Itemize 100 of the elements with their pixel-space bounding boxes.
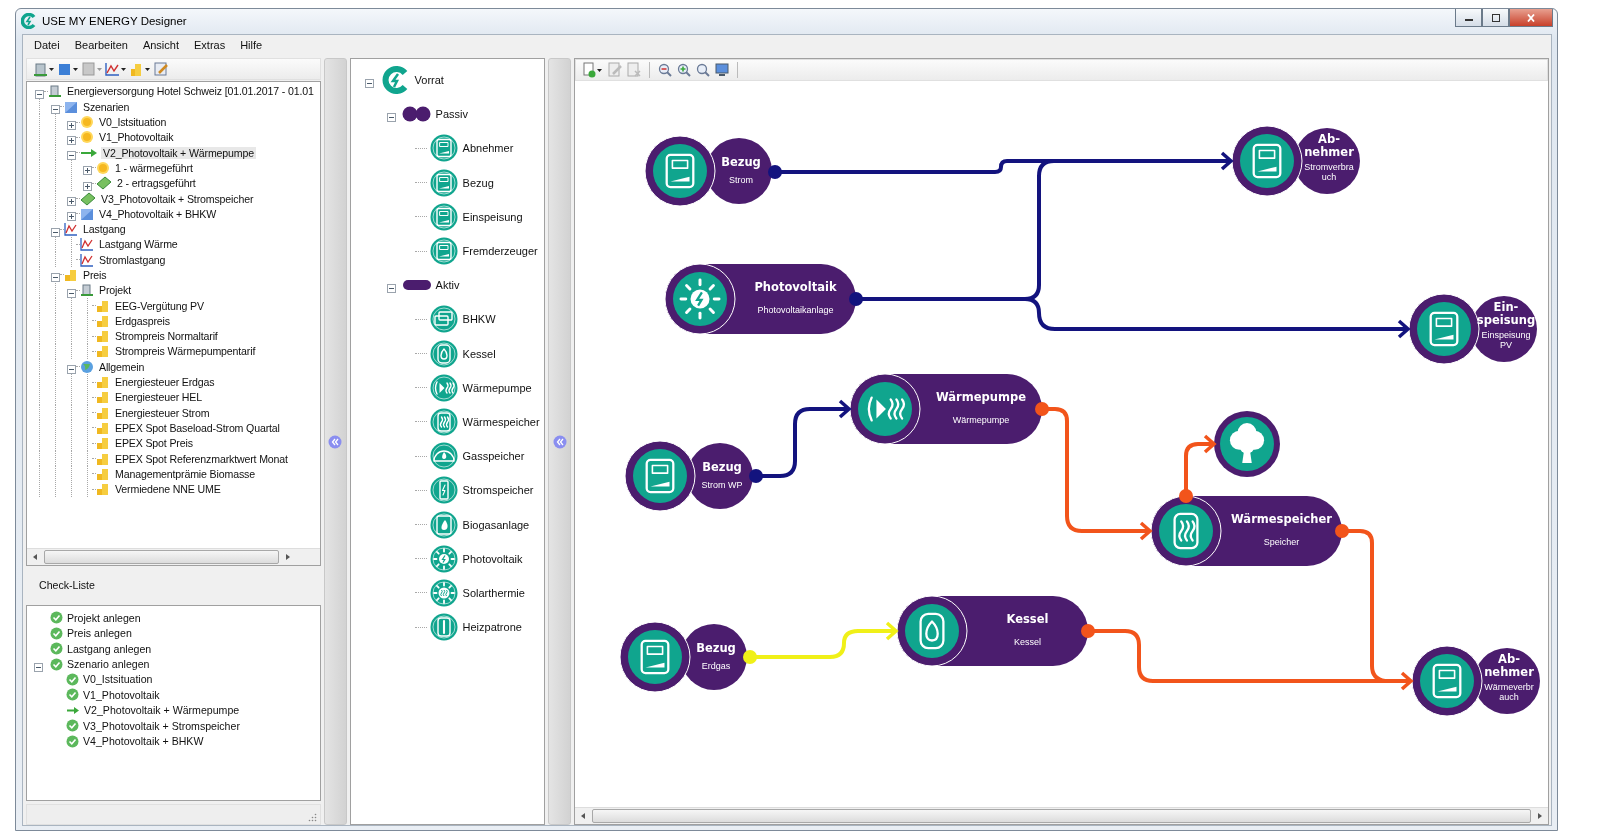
coins-icon (96, 298, 110, 313)
connection-arrow[interactable] (749, 399, 852, 483)
tree-item[interactable]: EPEX Spot Baseload-Strom Quartal (113, 421, 282, 434)
flame-icon (429, 339, 458, 368)
menu-item[interactable]: Datei (27, 37, 68, 53)
menu-item[interactable]: Ansicht (135, 37, 187, 53)
component-node[interactable]: Wärmepumpe Wärmepumpe (849, 373, 1042, 445)
meter-icon (653, 144, 707, 198)
tree-item[interactable]: Energiesteuer HEL (113, 391, 204, 404)
resize-grip-icon[interactable] (307, 813, 317, 822)
connection-arrow[interactable] (1024, 297, 1411, 339)
tree-item[interactable]: V1_Photovoltaik (97, 131, 176, 144)
collapse-icon[interactable] (328, 434, 343, 449)
tree-item[interactable]: Energieversorgung Hotel Schweiz [01.01.2017 - 01.01 (65, 85, 316, 98)
leaf-icon (429, 510, 458, 539)
palette-item[interactable]: Heizpatrone (462, 621, 522, 634)
tree-item[interactable]: Szenarien (81, 100, 132, 113)
tree-item[interactable]: Managementprämie Biomasse (113, 467, 257, 480)
palette-item[interactable]: BHKW (462, 313, 496, 326)
meter-icon (429, 237, 458, 266)
heat-icon (429, 407, 458, 436)
palette-item[interactable]: Wärmepumpe (462, 381, 532, 394)
menu-item[interactable]: Extras (187, 37, 234, 53)
palette-item[interactable]: Fremderzeuger (462, 245, 538, 258)
coins-icon (96, 329, 110, 344)
palette-category[interactable]: Vorrat (414, 74, 444, 87)
menu-item[interactable]: Hilfe (233, 37, 271, 53)
palette-item[interactable]: Bezug (462, 176, 494, 189)
palette-item[interactable]: Abnehmer (462, 142, 514, 155)
palette-item[interactable]: Biogasanlage (462, 518, 530, 531)
tree-item[interactable]: V3_Photovoltaik + Stromspeicher (99, 192, 256, 205)
maximize-button[interactable] (1482, 9, 1509, 27)
sun-icon (80, 130, 94, 145)
tree-item[interactable]: Preis (81, 269, 109, 281)
palette-item[interactable]: Einspeisung (462, 210, 523, 223)
tree-item[interactable]: 1 - wärmegeführt (113, 161, 195, 174)
tree-item[interactable]: Strompreis Wärmepumpentarif (113, 345, 258, 358)
expand-toggle[interactable] (67, 194, 76, 203)
tree-item[interactable]: Allgemein (97, 360, 147, 373)
palette-item[interactable]: Kessel (462, 347, 496, 360)
palette-item[interactable]: Wärmespeicher (462, 415, 540, 428)
palette-category[interactable]: Passiv (435, 108, 468, 121)
building-icon[interactable] (33, 60, 55, 77)
tree-item[interactable]: 2 - ertragsgeführt (115, 177, 198, 190)
section-title: Check-Liste (38, 578, 96, 594)
tree-item[interactable]: Erdgaspreis (113, 314, 172, 327)
expand-toggle[interactable] (51, 102, 60, 112)
node-title: Ein- (1493, 300, 1519, 314)
component-node[interactable] (1214, 411, 1280, 477)
tree-item[interactable]: Strompreis Normaltarif (113, 330, 220, 343)
monitor-icon[interactable] (714, 62, 730, 78)
palette-item[interactable]: Solarthermie (462, 586, 525, 599)
palette-category[interactable]: Aktiv (435, 279, 460, 292)
tree-item[interactable]: Projekt (97, 284, 133, 297)
coins-icon (96, 405, 110, 420)
expand-toggle[interactable] (67, 148, 76, 158)
connection-line[interactable] (849, 159, 1055, 306)
connection-arrow[interactable] (1179, 434, 1217, 503)
coins-icon (96, 436, 110, 451)
edit-icon[interactable] (153, 60, 171, 77)
connection-arrow[interactable] (768, 151, 1234, 179)
node-title: Wärmespeicher (1231, 512, 1332, 526)
search-icon[interactable] (695, 62, 711, 78)
tree-item[interactable]: Lastgang (81, 223, 128, 236)
tree-item[interactable]: V4_Photovoltaik + BHKW (97, 207, 219, 220)
expand-toggle[interactable] (83, 163, 92, 173)
palette-item[interactable]: Gasspeicher (462, 450, 525, 463)
tree-item[interactable]: EPEX Spot Preis (113, 437, 195, 450)
tree-item[interactable]: Stromlastgang (97, 253, 168, 266)
expand-toggle[interactable] (67, 209, 76, 219)
tree-item[interactable]: EPEX Spot Referenzmarktwert Monat (113, 452, 290, 465)
component-node[interactable]: Kessel Kessel (896, 595, 1088, 667)
zoom-out-icon[interactable] (657, 62, 673, 78)
node-subtitle: Stromverbra (1304, 162, 1354, 172)
new-document-icon[interactable] (582, 62, 604, 78)
component-node[interactable]: Wärmespeicher Speicher (1150, 495, 1342, 567)
expand-toggle[interactable] (67, 362, 76, 372)
expand-toggle[interactable] (51, 270, 60, 280)
checklist-item: Projekt anlegen (67, 611, 141, 624)
close-button[interactable] (1509, 9, 1553, 27)
palette-item[interactable]: Photovoltaik (462, 552, 523, 565)
tree-item[interactable]: Lastgang Wärme (97, 238, 180, 251)
zoom-in-icon[interactable] (676, 62, 692, 78)
checklist-item: V4_Photovoltaik + BHKW (83, 735, 204, 747)
chart-icon (80, 237, 94, 252)
globe-icon (80, 359, 94, 374)
tree-item[interactable]: Energiesteuer Erdgas (113, 376, 217, 389)
tree-item[interactable]: Vermiedene NNE UME (113, 483, 223, 496)
tree-item[interactable]: Energiesteuer Strom (113, 406, 212, 419)
tree-item[interactable]: EEG-Vergütung PV (113, 299, 206, 312)
tree-item[interactable]: V2_Photovoltaik + Wärmepumpe (101, 146, 256, 159)
menu-item[interactable]: Bearbeiten (67, 37, 136, 53)
palette-item[interactable]: Stromspeicher (462, 484, 534, 497)
minimize-button[interactable] (1455, 9, 1482, 27)
component-node[interactable]: Photovoltaik Photovoltaikanlage (664, 263, 856, 335)
tree-item[interactable]: V0_Istsituation (97, 116, 169, 128)
collapse-icon[interactable] (552, 434, 567, 449)
horizontal-scrollbar[interactable] (575, 807, 1548, 824)
chart-icon[interactable] (105, 60, 127, 77)
horizontal-scrollbar[interactable] (27, 547, 320, 565)
